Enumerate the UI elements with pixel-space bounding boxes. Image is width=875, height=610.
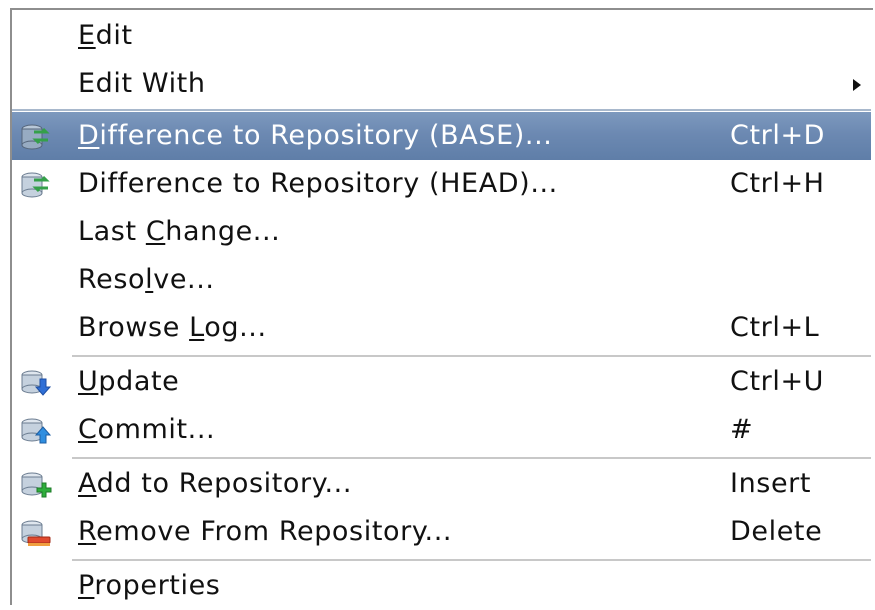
menu-item-label: Remove From Repository... <box>78 516 453 547</box>
context-menu: Edit Edit With Difference to Repository … <box>10 8 873 605</box>
menu-item-shortcut: Ctrl+U <box>730 366 825 397</box>
menu-item-remove-from-repository[interactable]: Remove From Repository... Delete <box>12 508 871 556</box>
repository-update-icon <box>20 369 52 397</box>
menu-item-label: Add to Repository... <box>78 468 353 499</box>
menu-item-label: Edit With <box>78 68 206 99</box>
menu-item-update[interactable]: Update Ctrl+U <box>12 358 871 406</box>
menu-item-edit[interactable]: Edit <box>12 12 871 60</box>
repository-commit-icon <box>20 417 52 445</box>
repository-diff-icon <box>20 171 52 199</box>
menu-item-last-change[interactable]: Last Change... <box>12 208 871 256</box>
menu-item-label: Properties <box>78 570 221 601</box>
menu-item-shortcut: Delete <box>730 516 823 547</box>
menu-item-resolve[interactable]: Resolve... <box>12 256 871 304</box>
menu-separator <box>72 559 871 561</box>
menu-item-label: Difference to Repository (BASE)... <box>78 120 553 151</box>
menu-separator <box>12 109 871 111</box>
menu-item-add-to-repository[interactable]: Add to Repository... Insert <box>12 460 871 508</box>
menu-item-shortcut: Insert <box>730 468 812 499</box>
submenu-arrow-icon <box>853 79 861 91</box>
menu-item-shortcut: # <box>730 414 754 445</box>
menu-item-shortcut: Ctrl+H <box>730 168 825 199</box>
menu-item-label: Commit... <box>78 414 216 445</box>
menu-item-diff-head[interactable]: Difference to Repository (HEAD)... Ctrl+… <box>12 160 871 208</box>
repository-add-icon <box>20 471 52 499</box>
menu-item-diff-base[interactable]: Difference to Repository (BASE)... Ctrl+… <box>12 112 871 160</box>
repository-diff-icon <box>20 123 52 151</box>
menu-separator <box>72 457 871 459</box>
menu-item-label: Last Change... <box>78 216 281 247</box>
menu-item-shortcut: Ctrl+L <box>730 312 820 343</box>
repository-remove-icon <box>20 519 52 547</box>
menu-item-properties[interactable]: Properties <box>12 562 871 610</box>
menu-item-edit-with[interactable]: Edit With <box>12 60 871 108</box>
menu-item-browse-log[interactable]: Browse Log... Ctrl+L <box>12 304 871 352</box>
menu-item-label: Browse Log... <box>78 312 267 343</box>
menu-item-shortcut: Ctrl+D <box>730 120 826 151</box>
menu-separator <box>72 355 871 357</box>
menu-item-commit[interactable]: Commit... # <box>12 406 871 454</box>
menu-item-label: Difference to Repository (HEAD)... <box>78 168 558 199</box>
menu-item-label: Update <box>78 366 180 397</box>
menu-item-label: Edit <box>78 20 133 51</box>
menu-item-label: Resolve... <box>78 264 215 295</box>
